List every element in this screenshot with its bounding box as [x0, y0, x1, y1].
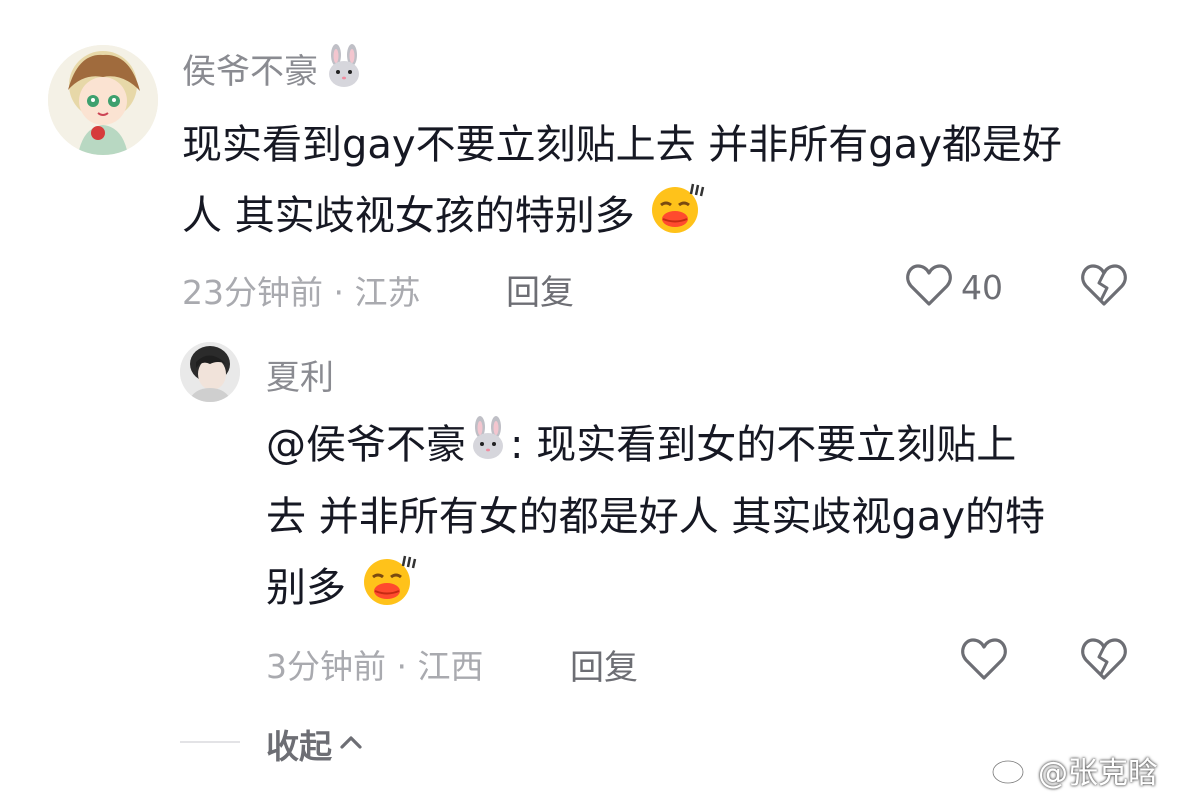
- reply-text-line: 去 并非所有女的都是好人 其实歧视gay的特: [266, 494, 1046, 540]
- reply-text: @侯爷不豪 : 现实看到女的不要立刻贴上 去 并非所有女的都是好人 其实歧视ga…: [266, 410, 1166, 628]
- commenter-username[interactable]: 侯爷不豪: [182, 44, 318, 93]
- watermark-text: @张克晗: [1038, 756, 1158, 791]
- reply-like-button[interactable]: [960, 636, 1008, 686]
- collapse-replies-button[interactable]: 收起: [266, 720, 364, 768]
- rabbit-icon: [468, 412, 508, 482]
- collapse-label: 收起: [266, 727, 332, 766]
- reply-text-line: 别多: [266, 552, 1166, 628]
- comment-time-location: 23分钟前 · 江苏: [182, 273, 421, 312]
- heart-outline-icon: [960, 638, 1008, 686]
- chevron-up-icon: [338, 732, 364, 756]
- comment-text-line: 现实看到gay不要立刻贴上去 并非所有gay都是好: [182, 122, 1062, 168]
- smirk-kiss-emoji-icon: [359, 552, 419, 628]
- comment-text: 现实看到gay不要立刻贴上去 并非所有gay都是好 人 其实歧视女孩的特别多: [182, 110, 1162, 256]
- reply-text-line: @侯爷不豪 : 现实看到女的不要立刻贴上: [266, 410, 1166, 482]
- commenter-username-row: 侯爷不豪: [182, 44, 364, 92]
- like-count: 40: [961, 267, 1003, 307]
- reply-text-segment: : 现实看到女的不要立刻贴上: [510, 422, 1017, 468]
- comment-text-segment: 人 其实歧视女孩的特别多: [182, 193, 635, 239]
- broken-heart-icon: [1080, 638, 1128, 686]
- comment-like-button[interactable]: 40: [905, 262, 1003, 312]
- comment-reply-button[interactable]: 回复: [506, 265, 574, 314]
- reply-mention-link[interactable]: @侯爷不豪: [266, 422, 466, 468]
- commenter-avatar[interactable]: [48, 45, 158, 155]
- weibo-watermark: @张克晗: [990, 748, 1158, 792]
- reply-time-location: 3分钟前 · 江西: [266, 647, 484, 686]
- weibo-logo-icon: [990, 750, 1034, 790]
- rabbit-icon: [324, 44, 364, 92]
- anime-avatar-image: [48, 45, 158, 155]
- broken-heart-icon: [1080, 264, 1128, 312]
- collapse-divider: [180, 741, 240, 743]
- comment-text-line: 人 其实歧视女孩的特别多: [182, 180, 1162, 256]
- reply-reply-button[interactable]: 回复: [570, 640, 638, 689]
- smirk-kiss-emoji-icon: [647, 180, 707, 256]
- replier-username[interactable]: 夏利: [266, 350, 334, 399]
- photo-avatar-image: [180, 342, 240, 402]
- heart-outline-icon: [905, 262, 953, 312]
- reply-text-segment: 别多: [266, 565, 346, 611]
- replier-avatar[interactable]: [180, 342, 240, 402]
- reply-dislike-button[interactable]: [1080, 636, 1128, 686]
- comment-dislike-button[interactable]: [1080, 262, 1128, 312]
